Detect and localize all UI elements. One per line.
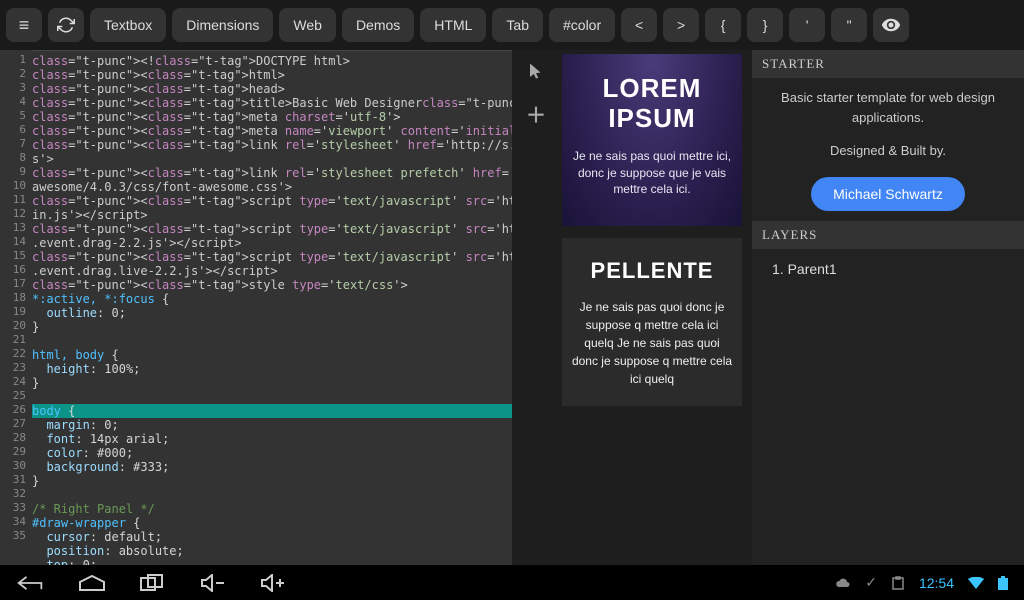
refresh-button[interactable]: [48, 8, 84, 42]
line-gutter: 1234567891011121314151617181920212223242…: [0, 50, 32, 565]
cursor-tool-icon[interactable]: [526, 60, 546, 82]
textbox-button[interactable]: Textbox: [90, 8, 166, 42]
designed-by-label: Designed & Built by.: [766, 141, 1010, 161]
right-panel: STARTER Basic starter template for web d…: [752, 50, 1024, 565]
wifi-icon: [968, 577, 984, 589]
preview-section: PELLENTE Je ne sais pas quoi donc je sup…: [562, 238, 742, 406]
demos-button[interactable]: Demos: [342, 8, 414, 42]
battery-icon: [998, 576, 1008, 590]
web-button[interactable]: Web: [279, 8, 336, 42]
clipboard-icon[interactable]: [891, 576, 905, 590]
preview-pane: ＋ LOREM IPSUM Je ne sais pas quoi mettre…: [512, 50, 752, 565]
layer-item[interactable]: Parent1: [788, 261, 837, 277]
html-button[interactable]: HTML: [420, 8, 486, 42]
lt-button[interactable]: <: [621, 8, 657, 42]
eye-button[interactable]: [873, 8, 909, 42]
starter-header: STARTER: [752, 50, 1024, 78]
starter-description: Basic starter template for web design ap…: [766, 88, 1010, 127]
check-icon[interactable]: ✓: [865, 574, 877, 591]
section-body: Je ne sais pas quoi donc je suppose q me…: [570, 298, 734, 388]
rbrace-button[interactable]: }: [747, 8, 783, 42]
home-icon[interactable]: [78, 574, 106, 592]
hero-title: LOREM IPSUM: [570, 74, 734, 134]
menu-button[interactable]: ≡: [6, 8, 42, 42]
clock: 12:54: [919, 575, 954, 591]
preview-hero: LOREM IPSUM Je ne sais pas quoi mettre i…: [562, 54, 742, 226]
color-button[interactable]: #color: [549, 8, 615, 42]
hero-body: Je ne sais pas quoi mettre ici, donc je …: [570, 148, 734, 198]
dimensions-button[interactable]: Dimensions: [172, 8, 273, 42]
toolbar: ≡ Textbox Dimensions Web Demos HTML Tab …: [0, 0, 1024, 50]
layer-number: 1.: [772, 261, 784, 277]
volume-down-icon[interactable]: [200, 574, 226, 592]
author-button[interactable]: Michael Schwartz: [811, 177, 965, 211]
tab-button[interactable]: Tab: [492, 8, 543, 42]
add-tool-icon[interactable]: ＋: [526, 102, 546, 124]
back-icon[interactable]: [16, 573, 44, 593]
dquote-button[interactable]: ": [831, 8, 867, 42]
system-navbar: ✓ 12:54: [0, 565, 1024, 600]
section-title: PELLENTE: [570, 258, 734, 284]
squote-button[interactable]: ': [789, 8, 825, 42]
code-editor[interactable]: class="t-punc"><!class="t-tag">DOCTYPE h…: [32, 50, 512, 565]
cloud-icon[interactable]: [835, 577, 851, 589]
gt-button[interactable]: >: [663, 8, 699, 42]
lbrace-button[interactable]: {: [705, 8, 741, 42]
layers-header: LAYERS: [752, 221, 1024, 249]
volume-up-icon[interactable]: [260, 574, 286, 592]
recent-icon[interactable]: [140, 574, 166, 592]
